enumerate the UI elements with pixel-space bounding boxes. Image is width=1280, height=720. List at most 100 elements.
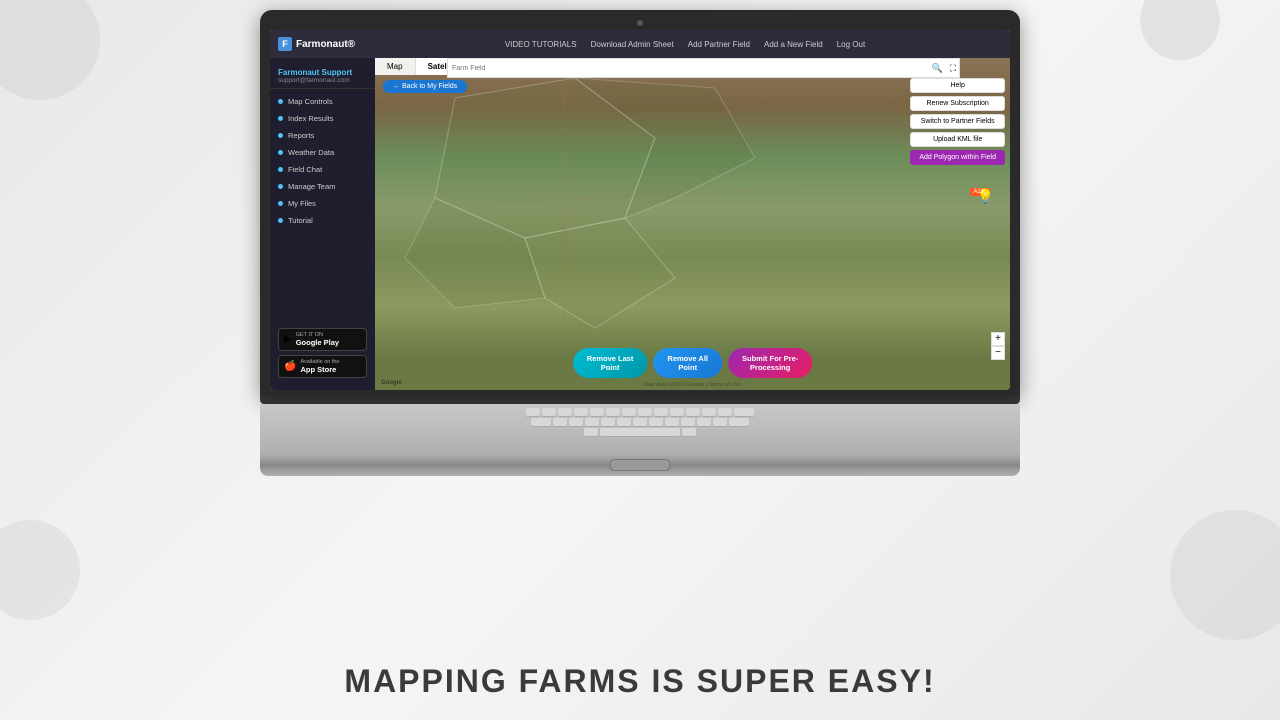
app-store-button[interactable]: 🍎 Available on the App Store <box>278 355 367 378</box>
key <box>649 418 663 426</box>
key <box>585 418 599 426</box>
map-area[interactable]: Map Satellite 🔍 ⛶ ← Back to My Fields He… <box>375 58 1010 390</box>
remove-all-point-button[interactable]: Remove AllPoint <box>653 348 722 378</box>
light-bulb-icon: 💡 <box>977 188 994 205</box>
switch-partner-fields-button[interactable]: Switch to Partner Fields <box>910 114 1005 129</box>
laptop: F Farmonaut® VIDEO TUTORIALS Download Ad… <box>260 10 1020 476</box>
top-navbar: F Farmonaut® VIDEO TUTORIALS Download Ad… <box>270 30 1010 58</box>
sidebar-item-manage-team[interactable]: Manage Team <box>270 178 375 195</box>
key <box>654 408 668 416</box>
map-tab-map[interactable]: Map <box>375 58 416 75</box>
add-polygon-button[interactable]: Add Polygon within Field <box>910 150 1005 165</box>
remove-last-point-button[interactable]: Remove LastPoint <box>573 348 648 378</box>
sidebar-dot <box>278 218 283 223</box>
sidebar-dot <box>278 150 283 155</box>
sidebar-item-field-chat[interactable]: Field Chat <box>270 161 375 178</box>
key <box>584 428 598 436</box>
nav-links: VIDEO TUTORIALS Download Admin Sheet Add… <box>368 40 1002 49</box>
key <box>729 418 749 426</box>
map-search-input[interactable] <box>448 65 927 72</box>
key <box>686 408 700 416</box>
key <box>670 408 684 416</box>
key <box>617 418 631 426</box>
touchpad <box>610 459 670 471</box>
google-play-label: Google Play <box>296 338 339 347</box>
nav-download-admin[interactable]: Download Admin Sheet <box>591 40 674 49</box>
key <box>569 418 583 426</box>
key <box>681 418 695 426</box>
key-row-3 <box>280 428 1000 436</box>
back-to-fields-button[interactable]: ← Back to My Fields <box>383 80 467 93</box>
sidebar-profile: Farmonaut Support support@farmonaut.com <box>270 64 375 89</box>
key <box>718 408 732 416</box>
sidebar-store-buttons: ▶ GET IT ON Google Play 🍎 Available on t… <box>270 322 375 384</box>
sidebar-dot <box>278 99 283 104</box>
apple-icon: 🍎 <box>284 361 296 372</box>
map-zoom-controls: + − <box>991 332 1005 360</box>
key <box>682 428 696 436</box>
key <box>574 408 588 416</box>
key <box>542 408 556 416</box>
sidebar-dot <box>278 116 283 121</box>
sidebar-dot <box>278 201 283 206</box>
search-icon[interactable]: 🔍 <box>927 63 946 74</box>
zoom-in-button[interactable]: + <box>991 332 1005 346</box>
sidebar-item-reports[interactable]: Reports <box>270 127 375 144</box>
nav-add-new-field[interactable]: Add a New Field <box>764 40 823 49</box>
upload-kml-button[interactable]: Upload KML file <box>910 132 1005 147</box>
logo-icon: F <box>278 37 292 51</box>
key <box>526 408 540 416</box>
app-store-label: App Store <box>300 365 339 374</box>
key <box>606 408 620 416</box>
key <box>553 418 567 426</box>
key <box>665 418 679 426</box>
sidebar-item-my-files[interactable]: My Files <box>270 195 375 212</box>
key <box>702 408 716 416</box>
map-controls-right: Help Renew Subscription Switch to Partne… <box>910 78 1005 165</box>
brand-name: Farmonaut® <box>296 39 355 50</box>
sidebar-profile-email: support@farmonaut.com <box>278 77 367 84</box>
map-action-buttons: Remove LastPoint Remove AllPoint Submit … <box>573 348 813 378</box>
fullscreen-icon[interactable]: ⛶ <box>947 63 959 74</box>
key <box>558 408 572 416</box>
logo-area: F Farmonaut® <box>278 37 368 51</box>
tagline: MAPPING FARMS IS SUPER EASY! <box>344 663 935 700</box>
sidebar-item-index-results[interactable]: Index Results <box>270 110 375 127</box>
app-screen: F Farmonaut® VIDEO TUTORIALS Download Ad… <box>270 30 1010 390</box>
nav-video-tutorials[interactable]: VIDEO TUTORIALS <box>505 40 577 49</box>
sidebar-item-map-controls[interactable]: Map Controls <box>270 93 375 110</box>
camera <box>637 20 643 26</box>
laptop-hinge <box>260 396 1020 404</box>
nav-add-partner-field[interactable]: Add Partner Field <box>688 40 750 49</box>
zoom-out-button[interactable]: − <box>991 346 1005 360</box>
key-row-2 <box>280 418 1000 426</box>
map-search-bar[interactable]: 🔍 ⛶ <box>447 58 960 78</box>
spacebar-key <box>600 428 680 436</box>
sidebar-profile-name: Farmonaut Support <box>278 68 367 77</box>
sidebar-dot <box>278 184 283 189</box>
sidebar: Farmonaut Support support@farmonaut.com … <box>270 58 375 390</box>
screen-bezel: F Farmonaut® VIDEO TUTORIALS Download Ad… <box>260 10 1020 396</box>
nav-logout[interactable]: Log Out <box>837 40 865 49</box>
sidebar-item-tutorial[interactable]: Tutorial <box>270 212 375 229</box>
google-attribution: Google <box>381 380 402 386</box>
key <box>601 418 615 426</box>
key <box>531 418 551 426</box>
google-play-button[interactable]: ▶ GET IT ON Google Play <box>278 328 367 351</box>
key <box>622 408 636 416</box>
key <box>590 408 604 416</box>
key-row-1 <box>280 408 1000 416</box>
help-button[interactable]: Help <box>910 78 1005 93</box>
key <box>713 418 727 426</box>
sidebar-item-weather[interactable]: Weather Data <box>270 144 375 161</box>
laptop-keyboard <box>260 404 1020 454</box>
key <box>697 418 711 426</box>
submit-preprocessing-button[interactable]: Submit For Pre-Processing <box>728 348 812 378</box>
renew-subscription-button[interactable]: Renew Subscription <box>910 96 1005 111</box>
key <box>734 408 754 416</box>
google-play-icon: ▶ <box>284 334 292 345</box>
map-data-attribution: Map data ©2023 Google | Terms of Use <box>644 382 741 388</box>
key <box>638 408 652 416</box>
main-content: Farmonaut Support support@farmonaut.com … <box>270 58 1010 390</box>
sidebar-dot <box>278 133 283 138</box>
